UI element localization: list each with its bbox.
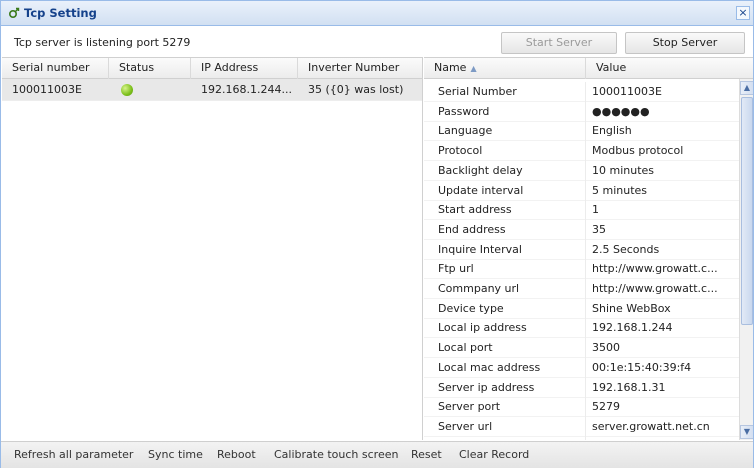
action-bar: Refresh all parameter Sync time Reboot C… — [1, 441, 753, 468]
property-name: Model — [424, 436, 586, 440]
vertical-scrollbar[interactable]: ▲ ▼ — [739, 79, 753, 440]
property-grid: Name ▲ Value Serial Number 100011003E Passw… — [424, 57, 753, 440]
serial-cell: 100011003E — [12, 83, 82, 96]
property-name: Inquire Interval — [424, 239, 586, 260]
property-row[interactable]: Server ip address 192.168.1.31 — [424, 377, 739, 398]
property-row[interactable]: Inquire Interval 2.5 Seconds — [424, 239, 739, 260]
property-value: Modbus protocol — [592, 144, 684, 158]
server-status-text: Tcp server is listening port 5279 — [14, 36, 191, 49]
column-serial-number[interactable]: Serial number — [2, 58, 109, 79]
property-value: English — [592, 124, 632, 138]
property-name: Backlight delay — [424, 160, 586, 181]
property-row[interactable]: Update interval 5 minutes — [424, 180, 739, 201]
property-name: Server ip address — [424, 377, 586, 398]
start-server-button[interactable]: Start Server — [501, 32, 617, 54]
scroll-down-button[interactable]: ▼ — [740, 425, 753, 439]
window-titlebar[interactable]: Tcp Setting × — [1, 1, 753, 26]
column-name-label: Name — [434, 61, 467, 74]
scrollbar-thumb[interactable] — [741, 97, 753, 325]
property-name: Protocol — [424, 141, 586, 162]
property-grid-header: Name ▲ Value — [424, 57, 753, 79]
property-value: 2.5 Seconds — [592, 242, 660, 256]
property-name: Commpany url — [424, 279, 586, 299]
tcp-setting-window: Tcp Setting × Tcp server is listening po… — [0, 0, 754, 468]
column-status[interactable]: Status — [109, 58, 191, 79]
property-row[interactable]: Protocol Modbus protocol — [424, 141, 739, 162]
reboot-button[interactable]: Reboot — [217, 448, 256, 461]
property-value: 35 — [592, 222, 606, 236]
reset-button[interactable]: Reset — [411, 448, 442, 461]
server-toolbar: Tcp server is listening port 5279 Start … — [1, 27, 753, 57]
property-row[interactable]: ModelGTGW2000 — [424, 436, 739, 441]
property-name: Start address — [424, 200, 586, 221]
property-name: Local ip address — [424, 318, 586, 339]
property-name: Local mac address — [424, 357, 586, 378]
property-row[interactable]: Backlight delay 10 minutes — [424, 160, 739, 181]
property-name: Update interval — [424, 180, 586, 201]
property-value: 5279 — [592, 400, 620, 414]
status-dot-icon — [121, 84, 133, 96]
device-grid: Serial number Status IP Address Inverter… — [2, 57, 423, 440]
property-name: End address — [424, 219, 586, 240]
property-value: 192.168.1.31 — [592, 380, 666, 394]
property-row[interactable]: Server port 5279 — [424, 397, 739, 418]
device-grid-header: Serial number Status IP Address Inverter… — [2, 57, 422, 79]
property-name: Serial Number — [424, 82, 586, 102]
property-value: 100011003E — [592, 85, 662, 98]
property-row[interactable]: Local ip address 192.168.1.244 — [424, 318, 739, 339]
property-row[interactable]: Local port 3500 — [424, 338, 739, 359]
sync-time-button[interactable]: Sync time — [148, 448, 203, 461]
sort-ascending-icon: ▲ — [470, 64, 477, 73]
status-cell — [109, 79, 191, 101]
property-value: 5 minutes — [592, 183, 648, 197]
property-row[interactable]: Language English — [424, 121, 739, 142]
inverter-cell: 35 ({0} was lost) — [308, 83, 404, 96]
property-value: 10 minutes — [592, 163, 655, 177]
property-value: server.growatt.net.cn — [592, 419, 710, 433]
property-value: 3500 — [592, 341, 620, 355]
property-row[interactable]: Password ●●●●●● — [424, 101, 739, 122]
table-row[interactable]: 100011003E 192.168.1.244... 35 ({0} was … — [2, 79, 422, 101]
property-row[interactable]: End address 35 — [424, 219, 739, 240]
stop-server-button[interactable]: Stop Server — [625, 32, 745, 54]
refresh-all-parameter-button[interactable]: Refresh all parameter — [14, 448, 133, 461]
column-value[interactable]: Value — [586, 58, 753, 79]
property-value: Shine WebBox — [592, 301, 671, 315]
property-value: ●●●●●● — [592, 104, 650, 118]
property-name: Password — [424, 101, 586, 122]
property-name: Ftp url — [424, 259, 586, 280]
column-inverter-number[interactable]: Inverter Number — [298, 58, 423, 79]
close-button[interactable]: × — [736, 6, 750, 20]
column-ip-address[interactable]: IP Address — [191, 58, 298, 79]
property-name: Local port — [424, 338, 586, 359]
property-name: Device type — [424, 298, 586, 319]
property-row[interactable]: Ftp url http://www.growatt.c... — [424, 259, 739, 280]
clear-record-button[interactable]: Clear Record — [459, 448, 529, 461]
property-name: Language — [424, 121, 586, 142]
calibrate-touch-screen-button[interactable]: Calibrate touch screen — [274, 448, 398, 461]
ip-cell: 192.168.1.244... — [201, 83, 292, 96]
gear-icon — [8, 7, 20, 19]
scroll-up-button[interactable]: ▲ — [740, 81, 753, 95]
property-row[interactable]: Device type Shine WebBox — [424, 298, 739, 319]
column-name[interactable]: Name ▲ — [424, 58, 586, 79]
property-name: Server port — [424, 397, 586, 418]
property-value: http://www.growatt.c... — [592, 282, 718, 295]
property-row[interactable]: Local mac address 00:1e:15:40:39:f4 — [424, 357, 739, 378]
property-row[interactable]: Server url server.growatt.net.cn — [424, 416, 739, 437]
property-value: 1 — [592, 203, 599, 217]
property-value: GTGW2000 — [586, 437, 739, 441]
property-value: http://www.growatt.c... — [592, 262, 718, 276]
property-row[interactable]: Serial Number 100011003E — [424, 82, 739, 102]
property-row[interactable]: Commpany url http://www.growatt.c... — [424, 279, 739, 299]
property-name: Server url — [424, 416, 586, 437]
property-value: 192.168.1.244 — [592, 321, 673, 335]
property-row[interactable]: Start address 1 — [424, 200, 739, 221]
window-title: Tcp Setting — [24, 6, 97, 20]
property-value: 00:1e:15:40:39:f4 — [592, 360, 692, 374]
